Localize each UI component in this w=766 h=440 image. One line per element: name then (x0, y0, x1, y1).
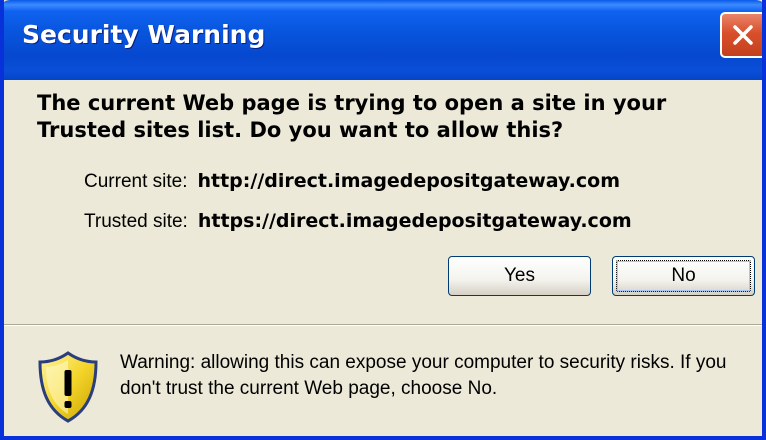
close-button[interactable] (720, 12, 762, 58)
title-bar[interactable]: Security Warning (4, 0, 762, 80)
trusted-site-label: Trusted site: (84, 211, 188, 232)
trusted-site-value: https://direct.imagedepositgateway.com (197, 210, 632, 232)
close-icon (733, 25, 753, 45)
dialog-body: The current Web page is trying to open a… (4, 80, 762, 436)
current-site-value: http://direct.imagedepositgateway.com (197, 170, 621, 192)
yes-button[interactable]: Yes (448, 256, 591, 296)
question-text: The current Web page is trying to open a… (37, 91, 667, 142)
current-site-row: Current site: http://direct.imagedepositg… (84, 170, 620, 193)
dialog-title: Security Warning (22, 20, 266, 49)
warning-text: Warning: allowing this can expose your c… (120, 352, 727, 399)
trusted-site-row: Trusted site: https://direct.imagedeposit… (84, 210, 632, 233)
shield-warning-icon (38, 351, 98, 423)
no-button[interactable]: No (612, 256, 755, 296)
divider (4, 324, 762, 326)
current-site-label: Current site: (84, 171, 188, 192)
security-warning-dialog: Security Warning The current Web page is… (0, 0, 766, 440)
